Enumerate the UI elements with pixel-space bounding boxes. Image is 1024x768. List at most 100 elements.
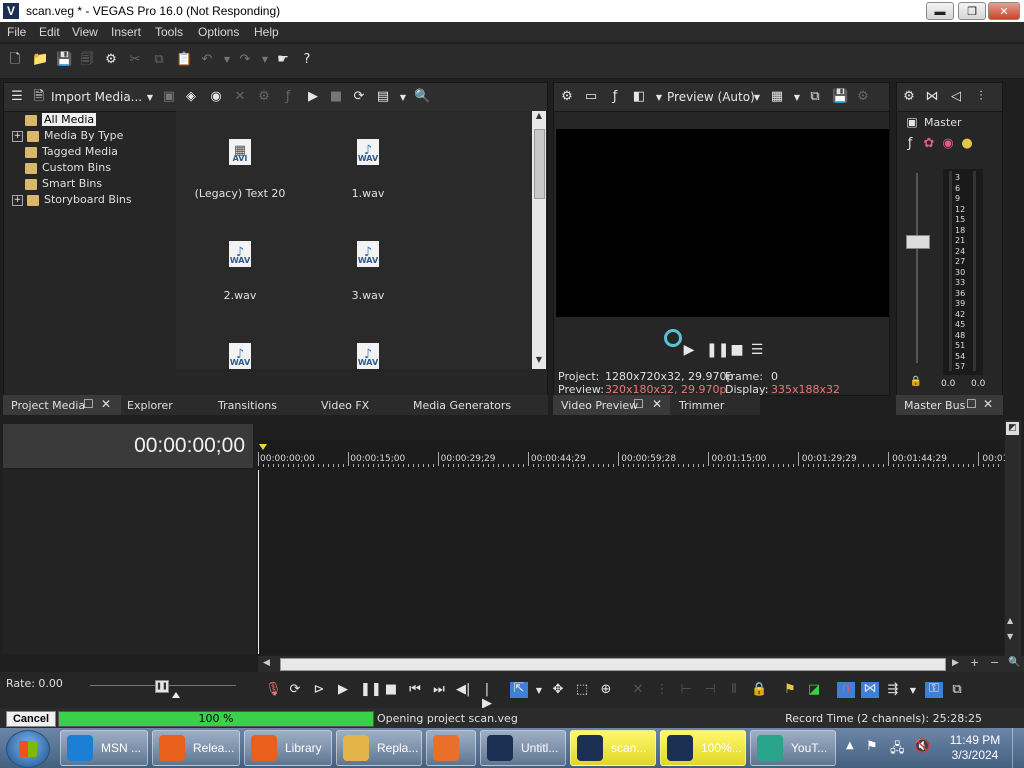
properties-gear-icon[interactable]: ⚙ — [104, 53, 118, 67]
preview-menu-icon[interactable]: ☰ — [750, 343, 764, 357]
remove-icon[interactable]: ✕ — [233, 90, 247, 104]
tree-item-smart-bins[interactable]: Smart Bins — [25, 177, 102, 193]
media-file-item[interactable]: ♪ WAV — [190, 343, 290, 369]
scroll-right-arrow-icon[interactable]: ▶ — [952, 658, 959, 668]
media-file-item[interactable]: ▦ AVI (Legacy) Text 20 — [190, 139, 290, 200]
overlays-dropdown-icon[interactable]: ▼ — [790, 91, 804, 105]
taskbar-task[interactable] — [426, 730, 476, 766]
preview-quality-select[interactable]: Preview (Auto) — [667, 90, 755, 104]
tree-item-media-by-type[interactable]: + Media By Type — [12, 129, 123, 145]
close-tab-icon[interactable]: ✕ — [983, 397, 993, 411]
save-icon[interactable]: 💾 — [56, 53, 72, 67]
rate-reset-marker-icon[interactable] — [172, 692, 180, 698]
media-vertical-scrollbar[interactable]: ▲ ▼ — [532, 111, 546, 369]
tab-master-bus[interactable]: Master Bus ☐ ✕ — [896, 395, 1003, 415]
copy-snapshot-icon[interactable]: ⧉ — [808, 90, 822, 104]
go-to-start-icon[interactable]: ⏮ — [408, 683, 422, 697]
quality-dropdown-icon[interactable]: ▼ — [750, 91, 764, 105]
burn-disc-icon[interactable]: ◉ — [209, 90, 223, 104]
undo-dropdown-icon[interactable]: ▼ — [220, 53, 234, 67]
stop-icon[interactable]: ■ — [730, 343, 744, 357]
tab-video-preview[interactable]: Video Preview ☐ ✕ — [553, 395, 670, 415]
tab-media-generators[interactable]: Media Generators — [413, 399, 511, 412]
tab-trimmer[interactable]: Trimmer — [679, 399, 724, 412]
menu-help[interactable]: Help — [254, 25, 279, 39]
next-frame-icon[interactable]: |▶ — [480, 683, 494, 711]
menu-tools[interactable]: Tools — [155, 25, 183, 39]
close-tab-icon[interactable]: ✕ — [101, 397, 111, 411]
normal-edit-tool-icon[interactable]: ⇱ — [510, 682, 528, 698]
dim-output-icon[interactable]: ◁ — [949, 90, 963, 104]
taskbar-task[interactable]: YouT... — [750, 730, 836, 766]
selection-tool-icon[interactable]: ⬚ — [575, 683, 589, 697]
stop-icon[interactable]: ■ — [384, 683, 398, 697]
capture-icon[interactable]: ▣ — [162, 90, 176, 104]
ignore-grouping-icon[interactable]: ⧉ — [950, 683, 964, 697]
taskbar-task[interactable]: Library — [244, 730, 332, 766]
zoom-in-icon[interactable]: + — [970, 656, 979, 669]
scroll-left-arrow-icon[interactable]: ◀ — [263, 658, 270, 668]
system-clock[interactable]: 11:49 PM 3/3/2024 — [946, 733, 1004, 763]
show-desktop-button[interactable] — [1012, 728, 1024, 768]
whats-this-help-icon[interactable]: ? — [300, 53, 314, 67]
cancel-button[interactable]: Cancel — [6, 711, 56, 727]
tree-item-tagged-media[interactable]: Tagged Media — [25, 145, 118, 161]
copy-icon[interactable]: ⧉ — [152, 53, 166, 67]
play-icon[interactable]: ▶ — [336, 683, 350, 697]
scroll-down-arrow-icon[interactable]: ▼ — [532, 355, 546, 367]
panel-menu-icon[interactable]: ☰ — [10, 90, 24, 104]
taskbar-task[interactable]: Repla... — [336, 730, 422, 766]
menu-options[interactable]: Options — [198, 25, 239, 39]
media-fx-icon[interactable]: ƒ — [281, 90, 295, 104]
views-icon[interactable]: ▤ — [376, 90, 390, 104]
lock-events-icon[interactable]: 🔒 — [751, 683, 767, 697]
close-tab-icon[interactable]: ✕ — [652, 397, 662, 411]
overlays-grid-icon[interactable]: ▦ — [770, 90, 784, 104]
minimize-button[interactable]: ▬ — [926, 2, 954, 20]
scroll-up-arrow-icon[interactable]: ▲ — [1007, 616, 1013, 625]
video-preview-screen[interactable] — [556, 129, 889, 317]
master-fx-icon[interactable]: ƒ — [903, 137, 917, 151]
trim-icon[interactable]: ⋮ — [655, 683, 669, 697]
device-preview-icon[interactable]: ▭ — [584, 90, 598, 104]
tab-project-media[interactable]: Project Media ☐ ✕ — [3, 395, 121, 415]
solo-icon[interactable]: ● — [960, 137, 974, 151]
pause-icon[interactable]: ❚❚ — [706, 343, 729, 357]
paste-icon[interactable]: 📋 — [176, 53, 192, 67]
taskbar-task[interactable]: Untitl... — [480, 730, 566, 766]
scroll-up-arrow-icon[interactable]: ▲ — [532, 111, 546, 123]
rate-slider-handle[interactable]: ❚❚ — [155, 680, 169, 693]
hdr-icon[interactable]: ⚙ — [856, 90, 870, 104]
menu-insert[interactable]: Insert — [111, 25, 141, 39]
auto-crossfade-icon[interactable]: ⋈ — [861, 682, 879, 698]
taskbar-task[interactable]: 100%... — [660, 730, 746, 766]
delete-icon[interactable]: ✕ — [631, 683, 645, 697]
open-folder-icon[interactable]: 📁 — [32, 53, 48, 67]
timeline-vertical-scrollbar[interactable]: ◩ ▲ ▼ — [1005, 420, 1021, 660]
scrollbar-thumb[interactable] — [534, 129, 545, 199]
envelope-tool-icon[interactable]: ✥ — [551, 683, 565, 697]
media-file-item[interactable]: ♪ WAV 2.wav — [190, 241, 290, 302]
undo-icon[interactable]: ↶ — [200, 53, 214, 67]
network-icon[interactable]: 🖧 — [890, 739, 905, 761]
undock-icon[interactable]: ☐ — [83, 397, 94, 411]
expand-icon[interactable]: + — [12, 130, 23, 142]
stop-preview-icon[interactable]: ■ — [329, 90, 343, 104]
save-snapshot-icon[interactable]: 💾 — [832, 90, 848, 104]
timeline-track-area[interactable] — [260, 470, 1004, 654]
import-dropdown-icon[interactable]: ▼ — [143, 91, 157, 105]
tab-transitions[interactable]: Transitions — [218, 399, 277, 412]
split-dropdown-icon[interactable]: ▼ — [652, 91, 666, 105]
zoom-tool-icon[interactable]: ⊕ — [599, 683, 613, 697]
track-list-area[interactable] — [3, 470, 256, 654]
preview-properties-gear-icon[interactable]: ⚙ — [560, 90, 574, 104]
action-center-flag-icon[interactable]: ⚑ — [866, 739, 878, 754]
timeline-ruler[interactable]: 00:00:00;00 00:00:15;00 00:00:29;29 00:00:4… — [258, 440, 1008, 471]
lock-icon[interactable]: 🔒 — [909, 375, 923, 389]
restore-button[interactable]: ❐ — [958, 2, 986, 20]
master-fader-handle[interactable] — [906, 235, 930, 249]
loop-playback-icon[interactable]: ⟳ — [288, 683, 302, 697]
mixer-faders-icon[interactable]: ⫶ — [974, 90, 988, 104]
mute-icon[interactable]: ◉ — [941, 137, 955, 151]
show-hidden-icons-icon[interactable]: ▲ — [846, 740, 854, 751]
